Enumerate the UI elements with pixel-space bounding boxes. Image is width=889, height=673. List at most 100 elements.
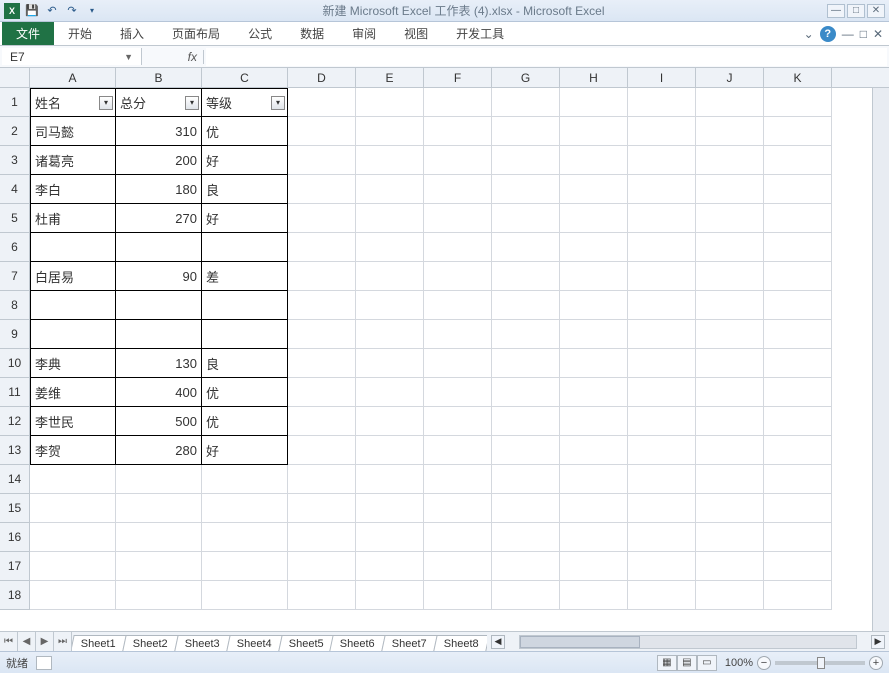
sheet-tab-Sheet2[interactable]: Sheet2	[122, 635, 178, 651]
cell-D18[interactable]	[288, 581, 356, 610]
cell-E8[interactable]	[356, 291, 424, 320]
cell-J16[interactable]	[696, 523, 764, 552]
qat-dropdown-icon[interactable]: ▾	[84, 3, 100, 19]
cell-C4[interactable]: 良	[202, 175, 288, 204]
cell-C14[interactable]	[202, 465, 288, 494]
col-header-I[interactable]: I	[628, 68, 696, 87]
cell-C6[interactable]	[202, 233, 288, 262]
cell-K14[interactable]	[764, 465, 832, 494]
cell-C8[interactable]	[202, 291, 288, 320]
cell-A10[interactable]: 李典	[30, 349, 116, 378]
row-header-7[interactable]: 7	[0, 262, 30, 291]
cell-K12[interactable]	[764, 407, 832, 436]
cell-E4[interactable]	[356, 175, 424, 204]
cell-J17[interactable]	[696, 552, 764, 581]
cell-D4[interactable]	[288, 175, 356, 204]
cell-E1[interactable]	[356, 88, 424, 117]
cell-H8[interactable]	[560, 291, 628, 320]
cell-D11[interactable]	[288, 378, 356, 407]
excel-icon[interactable]: X	[4, 3, 20, 19]
cell-E12[interactable]	[356, 407, 424, 436]
cell-A18[interactable]	[30, 581, 116, 610]
cell-I8[interactable]	[628, 291, 696, 320]
cell-I6[interactable]	[628, 233, 696, 262]
cell-C1[interactable]: 等级▾	[202, 88, 288, 117]
cell-C11[interactable]: 优	[202, 378, 288, 407]
cell-E16[interactable]	[356, 523, 424, 552]
cell-I12[interactable]	[628, 407, 696, 436]
cell-K7[interactable]	[764, 262, 832, 291]
cell-B16[interactable]	[116, 523, 202, 552]
cell-H3[interactable]	[560, 146, 628, 175]
cell-A14[interactable]	[30, 465, 116, 494]
ribbon-minimize-icon[interactable]: ⌄	[804, 27, 814, 41]
cell-B18[interactable]	[116, 581, 202, 610]
cell-J2[interactable]	[696, 117, 764, 146]
cell-F7[interactable]	[424, 262, 492, 291]
tab-formulas[interactable]: 公式	[234, 22, 286, 45]
cell-A17[interactable]	[30, 552, 116, 581]
col-header-A[interactable]: A	[30, 68, 116, 87]
window-close-icon[interactable]: ✕	[873, 27, 883, 41]
cell-J8[interactable]	[696, 291, 764, 320]
tab-view[interactable]: 视图	[390, 22, 442, 45]
cell-D1[interactable]	[288, 88, 356, 117]
cell-G6[interactable]	[492, 233, 560, 262]
sheet-nav-prev-icon[interactable]: ◀	[18, 632, 36, 651]
cell-H7[interactable]	[560, 262, 628, 291]
cell-I9[interactable]	[628, 320, 696, 349]
sheet-tab-Sheet7[interactable]: Sheet7	[382, 635, 438, 651]
cell-F18[interactable]	[424, 581, 492, 610]
row-header-15[interactable]: 15	[0, 494, 30, 523]
cell-G9[interactable]	[492, 320, 560, 349]
undo-icon[interactable]: ↶	[44, 3, 60, 19]
filter-button-B[interactable]: ▾	[185, 96, 199, 110]
view-page-layout-icon[interactable]: ▤	[677, 655, 697, 671]
cell-E3[interactable]	[356, 146, 424, 175]
zoom-level[interactable]: 100%	[725, 657, 753, 669]
cell-I4[interactable]	[628, 175, 696, 204]
cell-C10[interactable]: 良	[202, 349, 288, 378]
cell-K3[interactable]	[764, 146, 832, 175]
sheet-nav-next-icon[interactable]: ▶	[36, 632, 54, 651]
grid-body[interactable]: 1姓名▾总分▾等级▾2司马懿310优3诸葛亮200好4李白180良5杜甫270好…	[0, 88, 889, 631]
row-header-16[interactable]: 16	[0, 523, 30, 552]
cell-K6[interactable]	[764, 233, 832, 262]
cell-J18[interactable]	[696, 581, 764, 610]
cell-H12[interactable]	[560, 407, 628, 436]
window-minimize-icon[interactable]: —	[842, 27, 854, 41]
col-header-D[interactable]: D	[288, 68, 356, 87]
sheet-tab-Sheet1[interactable]: Sheet1	[72, 635, 127, 651]
cell-F3[interactable]	[424, 146, 492, 175]
view-page-break-icon[interactable]: ▭	[697, 655, 717, 671]
cell-D3[interactable]	[288, 146, 356, 175]
cell-K5[interactable]	[764, 204, 832, 233]
hscroll-left-icon[interactable]: ◀	[491, 635, 505, 649]
cell-F6[interactable]	[424, 233, 492, 262]
row-header-17[interactable]: 17	[0, 552, 30, 581]
cell-G8[interactable]	[492, 291, 560, 320]
fx-label[interactable]: fx	[144, 50, 204, 64]
cell-G14[interactable]	[492, 465, 560, 494]
sheet-tab-Sheet8[interactable]: Sheet8	[433, 635, 487, 651]
row-header-6[interactable]: 6	[0, 233, 30, 262]
cell-B15[interactable]	[116, 494, 202, 523]
cell-K16[interactable]	[764, 523, 832, 552]
cell-I7[interactable]	[628, 262, 696, 291]
cell-J6[interactable]	[696, 233, 764, 262]
cell-C18[interactable]	[202, 581, 288, 610]
cell-A12[interactable]: 李世民	[30, 407, 116, 436]
cell-E17[interactable]	[356, 552, 424, 581]
cell-G5[interactable]	[492, 204, 560, 233]
cell-B2[interactable]: 310	[116, 117, 202, 146]
cell-F5[interactable]	[424, 204, 492, 233]
row-header-3[interactable]: 3	[0, 146, 30, 175]
cell-E13[interactable]	[356, 436, 424, 465]
cell-I13[interactable]	[628, 436, 696, 465]
cell-B9[interactable]	[116, 320, 202, 349]
cell-F17[interactable]	[424, 552, 492, 581]
row-header-13[interactable]: 13	[0, 436, 30, 465]
tab-home[interactable]: 开始	[54, 22, 106, 45]
cell-A4[interactable]: 李白	[30, 175, 116, 204]
cell-K1[interactable]	[764, 88, 832, 117]
